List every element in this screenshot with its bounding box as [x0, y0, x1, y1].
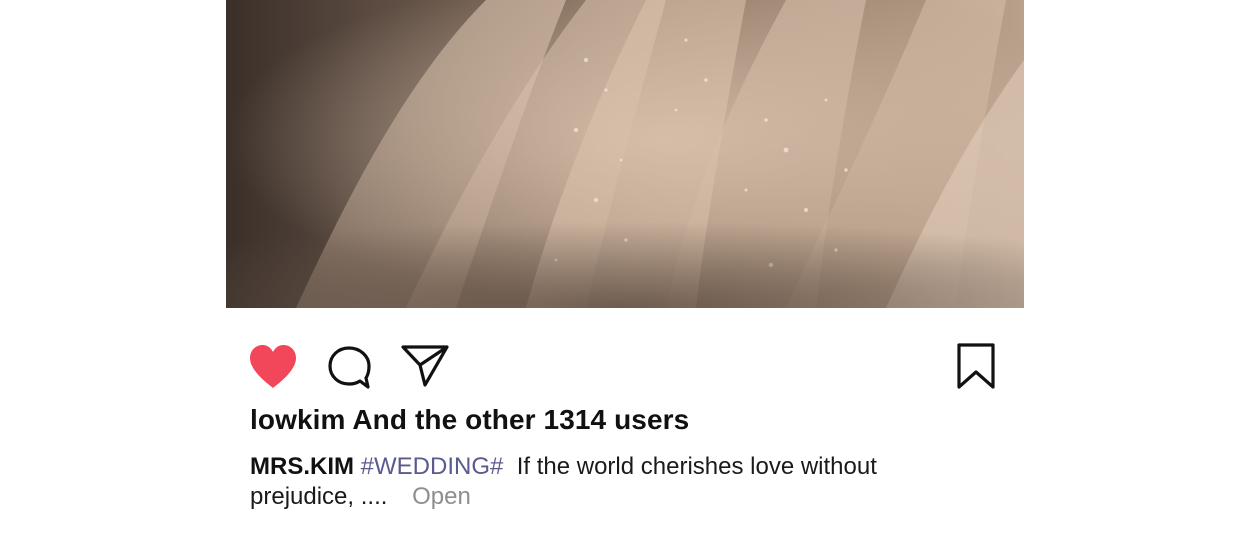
post-photo[interactable] — [226, 0, 1024, 308]
speech-bubble-icon[interactable] — [326, 344, 372, 390]
post-card: lowkim And the other 1314 users MRS.KIM … — [226, 0, 1024, 539]
bookmark-icon[interactable] — [956, 342, 996, 390]
caption-more-link[interactable]: Open — [412, 483, 471, 510]
post-caption: MRS.KIM #WEDDING# If the world cherishes… — [250, 452, 930, 512]
caption-hashtag[interactable]: #WEDDING# — [361, 453, 504, 480]
likes-summary[interactable]: lowkim And the other 1314 users — [250, 404, 689, 436]
caption-username[interactable]: MRS.KIM — [250, 453, 354, 480]
heart-icon[interactable] — [248, 344, 298, 390]
action-bar — [226, 340, 1024, 392]
paper-plane-icon[interactable] — [400, 342, 450, 388]
wedding-dress-image — [226, 0, 1024, 308]
